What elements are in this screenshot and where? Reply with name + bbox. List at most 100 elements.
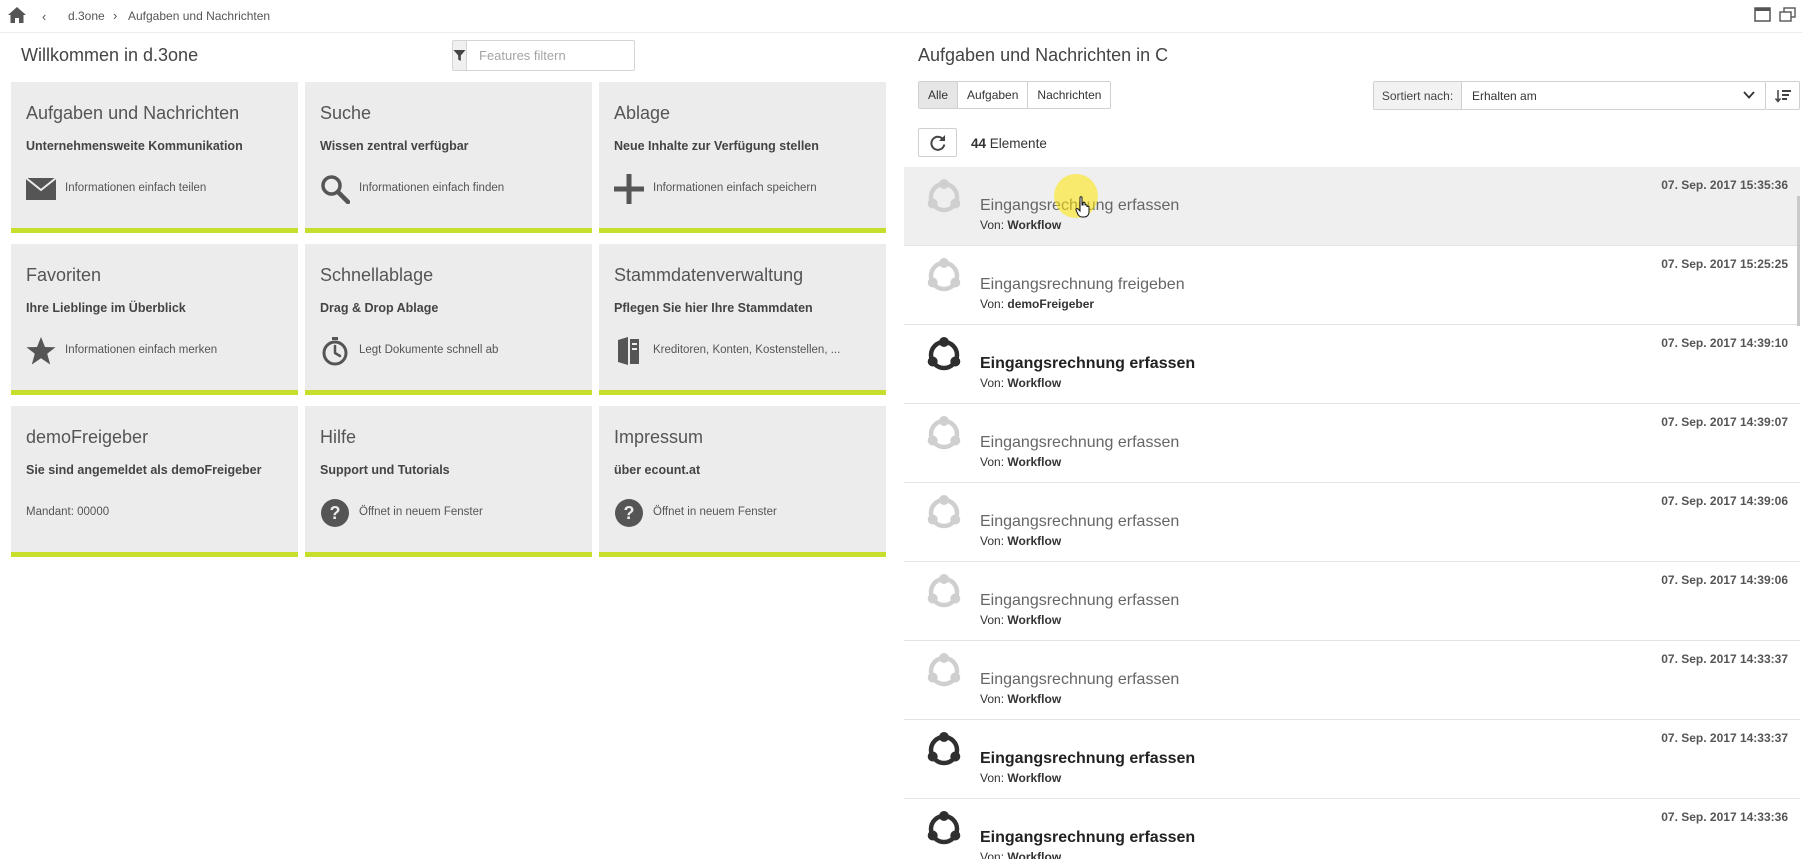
tile-suche[interactable]: Suche Wissen zentral verfügbar Informati… xyxy=(305,82,592,233)
list-item-date: 07. Sep. 2017 14:39:06 xyxy=(1661,573,1788,587)
list-item-title: Eingangsrechnung erfassen xyxy=(980,355,1196,372)
refresh-button[interactable] xyxy=(918,128,957,157)
restore-window-icon[interactable] xyxy=(1779,7,1796,22)
tile-demofreigeber[interactable]: demoFreigeber Sie sind angemeldet als de… xyxy=(11,406,298,557)
workflow-task-icon xyxy=(927,732,961,766)
tile-subtitle: über ecount.at xyxy=(614,463,701,477)
tile-subtitle: Drag & Drop Ablage xyxy=(320,301,439,315)
workflow-task-icon xyxy=(927,258,961,292)
workflow-task-icon xyxy=(927,574,961,608)
tile-aufgaben-und-nachrichten[interactable]: Aufgaben und Nachrichten Unternehmenswei… xyxy=(11,82,298,233)
sort-value: Erhalten am xyxy=(1472,88,1537,103)
tile-favoriten[interactable]: Favoriten Ihre Lieblinge im Überblick In… xyxy=(11,244,298,395)
tile-ablage[interactable]: Ablage Neue Inhalte zur Verfügung stelle… xyxy=(599,82,886,233)
binder-icon xyxy=(613,335,645,367)
list-item-title: Eingangsrechnung erfassen xyxy=(980,513,1180,530)
list-item[interactable]: Eingangsrechnung erfassen Von: Workflow 07… xyxy=(904,483,1800,562)
feature-tiles: Aufgaben und Nachrichten Unternehmenswei… xyxy=(11,82,887,557)
sort-descending-icon xyxy=(1774,89,1791,103)
tile-schnellablage[interactable]: Schnellablage Drag & Drop Ablage Legt Do… xyxy=(305,244,592,395)
sender-name: Workflow xyxy=(1007,376,1062,390)
list-item-title: Eingangsrechnung erfassen xyxy=(980,671,1180,688)
tile-title: Hilfe xyxy=(320,427,357,447)
tile-title: Impressum xyxy=(614,427,704,447)
tile-impressum[interactable]: Impressum über ecount.at ? Öffnet in neu… xyxy=(599,406,886,557)
list-item[interactable]: Eingangsrechnung erfassen Von: Workflow 07… xyxy=(904,720,1800,799)
help-icon: ? xyxy=(319,497,351,529)
sender-prefix: Von: xyxy=(980,218,1005,232)
list-item-date: 07. Sep. 2017 15:25:25 xyxy=(1661,257,1788,271)
tile-title: demoFreigeber xyxy=(26,427,149,447)
home-icon[interactable] xyxy=(7,6,27,24)
tile-subtitle: Support und Tutorials xyxy=(320,463,450,477)
list-item[interactable]: Eingangsrechnung freigeben Von: demoFreig… xyxy=(904,246,1800,325)
sender-prefix: Von: xyxy=(980,771,1005,785)
breadcrumb-item-current: Aufgaben und Nachrichten xyxy=(128,9,271,23)
svg-text:?: ? xyxy=(330,503,341,523)
chevron-down-icon xyxy=(1743,91,1755,99)
list-item-sender: Von: Workflow xyxy=(980,376,1061,390)
filter-button[interactable] xyxy=(453,41,467,70)
list-item-title: Eingangsrechnung freigeben xyxy=(980,276,1185,293)
tile-title: Schnellablage xyxy=(320,265,434,285)
tab-aufgaben[interactable]: Aufgaben xyxy=(958,82,1029,108)
list-item-sender: Von: Workflow xyxy=(980,850,1061,859)
stopwatch-icon xyxy=(319,335,351,367)
tile-subtitle: Neue Inhalte zur Verfügung stellen xyxy=(614,139,819,153)
tile-title: Aufgaben und Nachrichten xyxy=(26,103,240,123)
maximize-icon[interactable] xyxy=(1754,7,1771,22)
back-chevron-icon[interactable]: ‹ xyxy=(42,9,46,24)
sender-prefix: Von: xyxy=(980,534,1005,548)
list-item-date: 07. Sep. 2017 14:33:36 xyxy=(1661,810,1788,824)
sender-name: demoFreigeber xyxy=(1007,297,1095,311)
workflow-task-icon xyxy=(927,495,961,529)
list-item-sender: Von: Workflow xyxy=(980,771,1061,785)
tile-hilfe[interactable]: Hilfe Support und Tutorials ? Öffnet in … xyxy=(305,406,592,557)
tile-title: Favoriten xyxy=(26,265,102,285)
breadcrumb-item-d3one[interactable]: d.3one xyxy=(68,9,105,23)
sender-name: Workflow xyxy=(1007,534,1062,548)
filter-funnel-icon xyxy=(453,50,466,61)
tile-description: Mandant: 00000 xyxy=(26,506,110,518)
list-item[interactable]: Eingangsrechnung erfassen Von: Workflow 07… xyxy=(904,404,1800,483)
sort-order-button[interactable] xyxy=(1766,81,1800,110)
plus-icon xyxy=(613,173,645,205)
list-item[interactable]: Eingangsrechnung erfassen Von: Workflow 07… xyxy=(904,167,1800,246)
feature-filter xyxy=(452,40,655,71)
workflow-task-icon xyxy=(927,337,961,371)
sender-name: Workflow xyxy=(1007,218,1062,232)
list-item[interactable]: Eingangsrechnung erfassen Von: Workflow 07… xyxy=(904,325,1800,404)
sender-prefix: Von: xyxy=(980,376,1005,390)
welcome-title: Willkommen in d.3one xyxy=(21,45,199,65)
list-item-title: Eingangsrechnung erfassen xyxy=(980,750,1196,767)
sort-select[interactable]: Erhalten am xyxy=(1462,82,1765,109)
star-icon xyxy=(25,335,57,367)
list-item-sender: Von: demoFreigeber xyxy=(980,297,1094,311)
tile-subtitle: Wissen zentral verfügbar xyxy=(320,139,469,153)
tab-nachrichten[interactable]: Nachrichten xyxy=(1028,82,1111,108)
tile-subtitle: Pflegen Sie hier Ihre Stammdaten xyxy=(614,301,813,315)
tile-description: Informationen einfach finden xyxy=(359,182,505,194)
sender-name: Workflow xyxy=(1007,850,1062,859)
scrollbar[interactable] xyxy=(1797,196,1800,326)
list-item-title: Eingangsrechnung erfassen xyxy=(980,434,1180,451)
tile-stammdatenverwaltung[interactable]: Stammdatenverwaltung Pflegen Sie hier Ih… xyxy=(599,244,886,395)
list-item[interactable]: Eingangsrechnung erfassen Von: Workflow 07… xyxy=(904,799,1800,859)
list-item-sender: Von: Workflow xyxy=(980,455,1061,469)
item-count-number: 44 xyxy=(971,136,987,151)
tile-subtitle: Unternehmensweite Kommunikation xyxy=(26,139,243,153)
sender-prefix: Von: xyxy=(980,692,1005,706)
list-item[interactable]: Eingangsrechnung erfassen Von: Workflow 07… xyxy=(904,562,1800,641)
tile-title: Stammdatenverwaltung xyxy=(614,265,804,285)
item-count: 44 Elemente xyxy=(971,136,1047,151)
list-item-date: 07. Sep. 2017 14:39:10 xyxy=(1661,336,1788,350)
tile-description: Informationen einfach teilen xyxy=(65,182,207,194)
help-icon: ? xyxy=(613,497,645,529)
sender-prefix: Von: xyxy=(980,455,1005,469)
list-item[interactable]: Eingangsrechnung erfassen Von: Workflow 07… xyxy=(904,641,1800,720)
top-bar: ‹ d.3one › Aufgaben und Nachrichten xyxy=(0,0,1802,33)
tile-subtitle: Sie sind angemeldet als demoFreigeber xyxy=(26,463,262,477)
sender-prefix: Von: xyxy=(980,297,1005,311)
tab-alle[interactable]: Alle xyxy=(919,82,959,108)
feature-filter-input[interactable] xyxy=(467,41,655,70)
